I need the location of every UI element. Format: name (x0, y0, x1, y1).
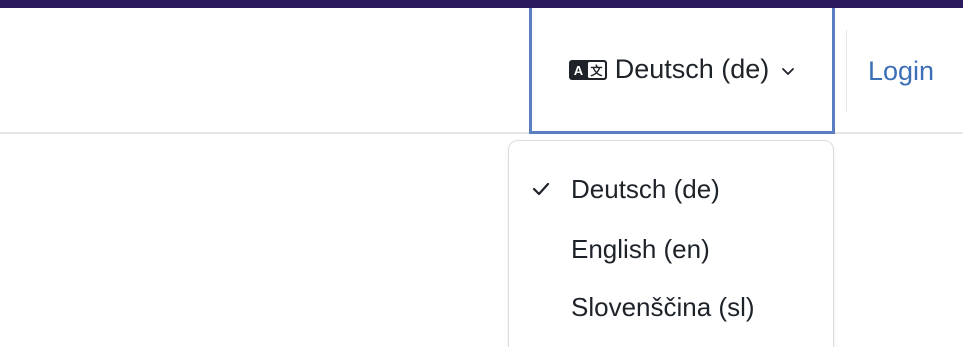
language-option-label: Slovenščina (sl) (571, 291, 755, 322)
svg-text:文: 文 (590, 63, 603, 78)
language-icon: A 文 (568, 59, 607, 80)
page: A 文 Deutsch (de) Login Deutsch (de) Engl… (0, 0, 963, 347)
language-option-label: Deutsch (de) (571, 173, 720, 204)
login-link[interactable]: Login (868, 56, 934, 87)
language-option-label: English (en) (571, 233, 710, 264)
nav-divider (846, 30, 847, 112)
top-accent-bar (0, 0, 963, 8)
chevron-down-icon (781, 67, 795, 77)
language-option-sl[interactable]: Slovenščina (sl) (509, 281, 833, 333)
language-selector-label: Deutsch (de) (614, 54, 770, 84)
svg-text:A: A (574, 63, 584, 78)
language-dropdown-menu: Deutsch (de) English (en) Slovenščina (s… (508, 140, 834, 347)
language-selector-button[interactable]: A 文 Deutsch (de) (529, 8, 835, 134)
checkmark-icon (531, 181, 551, 197)
language-option-de[interactable]: Deutsch (de) (509, 163, 833, 215)
language-option-en[interactable]: English (en) (509, 223, 833, 275)
